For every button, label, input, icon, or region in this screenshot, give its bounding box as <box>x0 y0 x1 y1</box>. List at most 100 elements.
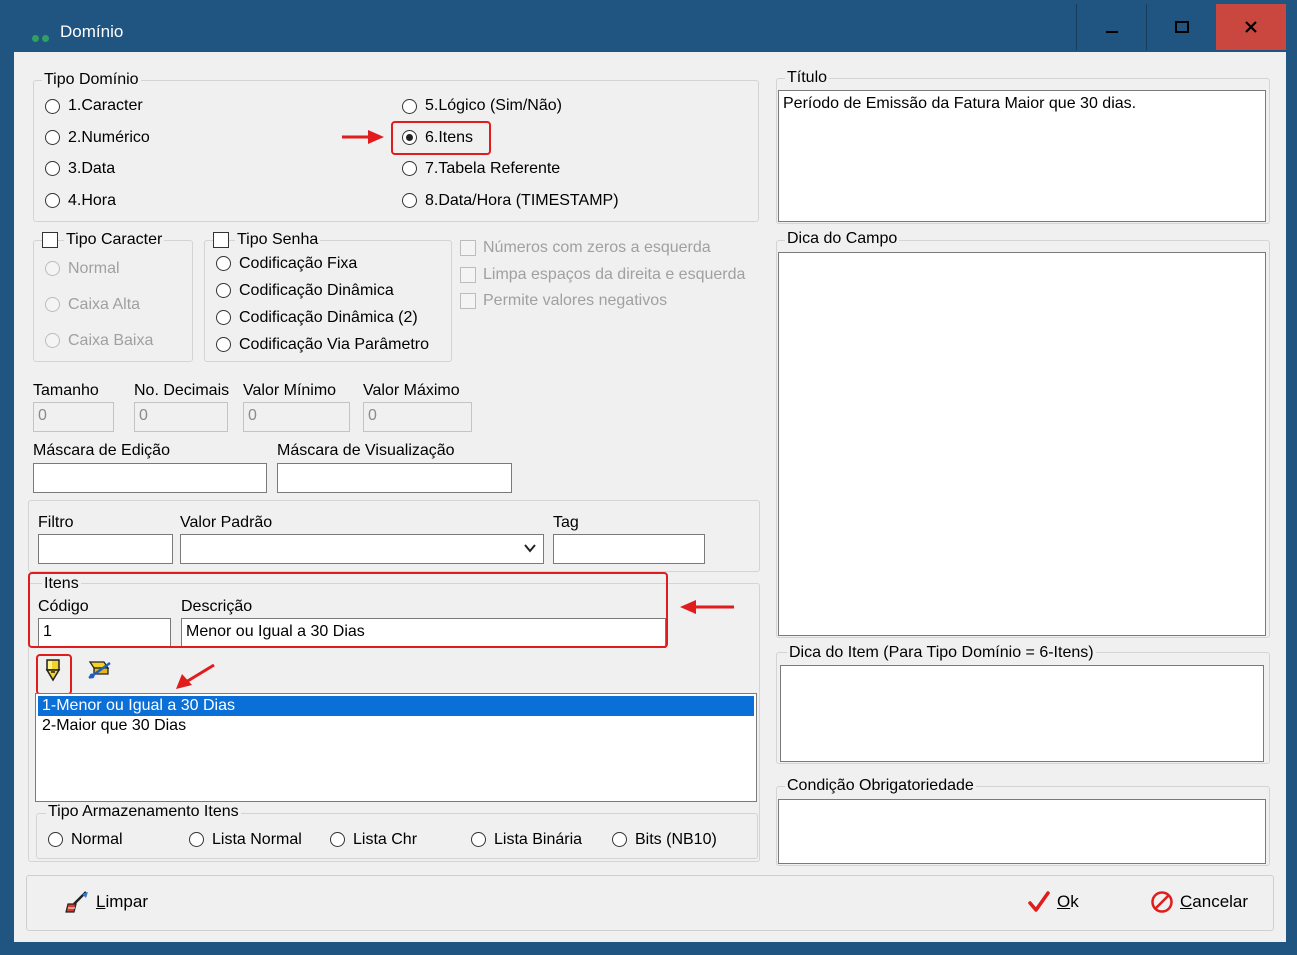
cancelar-label: Cancelar <box>1180 892 1249 911</box>
highlight-add-item <box>36 654 72 695</box>
valor-minimo-label: Valor Mínimo <box>243 382 337 399</box>
radio-caixa-alta[interactable] <box>45 297 60 312</box>
remove-item-button[interactable] <box>84 655 114 685</box>
radio-codificacao-parametro[interactable] <box>216 337 231 352</box>
radio-codificacao-dinamica-label: Codificação Dinâmica <box>239 282 394 299</box>
titulo-memo[interactable]: Período de Emissão da Fatura Maior que 3… <box>778 90 1266 222</box>
condicao-memo[interactable] <box>778 799 1266 864</box>
valor-maximo-label: Valor Máximo <box>363 382 460 399</box>
decimais-label: No. Decimais <box>134 382 230 399</box>
mascara-edicao-label: Máscara de Edição <box>33 442 170 459</box>
mascara-visualizacao-label: Máscara de Visualização <box>277 442 455 459</box>
decimais-input[interactable]: 0 <box>134 402 228 432</box>
radio-tabela-referente[interactable] <box>402 161 417 176</box>
radio-armaz-normal-label: Normal <box>71 831 123 848</box>
dica-item-memo[interactable] <box>780 665 1264 762</box>
radio-lista-normal[interactable] <box>189 832 204 847</box>
radio-codificacao-dinamica-2-label: Codificação Dinâmica (2) <box>239 309 418 326</box>
eraser-icon <box>88 661 111 680</box>
window-title: Domínio <box>60 22 124 41</box>
zeros-esquerda-checkbox[interactable] <box>460 240 476 256</box>
tipo-caracter-checkbox[interactable] <box>42 232 58 248</box>
radio-timestamp[interactable] <box>402 193 417 208</box>
arrow-icon <box>342 130 384 144</box>
radio-logico-label: 5.Lógico (Sim/Não) <box>425 97 562 114</box>
radio-caracter-normal-label: Normal <box>68 260 120 277</box>
valor-padrao-select[interactable] <box>180 534 544 564</box>
maximize-button[interactable] <box>1146 4 1216 50</box>
radio-caracter-normal[interactable] <box>45 261 60 276</box>
dica-campo-memo[interactable] <box>778 252 1266 636</box>
radio-caracter[interactable] <box>45 99 60 114</box>
arrow-icon <box>176 663 215 689</box>
tamanho-input[interactable]: 0 <box>33 402 114 432</box>
valor-padrao-label: Valor Padrão <box>180 514 273 531</box>
tipo-senha-label: Tipo Senha <box>235 231 321 249</box>
chevron-down-icon <box>524 544 536 553</box>
radio-logico[interactable] <box>402 99 417 114</box>
radio-hora[interactable] <box>45 193 60 208</box>
radio-codificacao-dinamica[interactable] <box>216 283 231 298</box>
close-icon <box>1245 21 1257 33</box>
limpar-label: Limpar <box>96 892 148 911</box>
radio-codificacao-dinamica-2[interactable] <box>216 310 231 325</box>
tag-label: Tag <box>553 514 579 531</box>
radio-lista-chr-label: Lista Chr <box>353 831 418 848</box>
close-button[interactable] <box>1216 4 1286 50</box>
radio-numerico-label: 2.Numérico <box>68 129 150 146</box>
limpar-button[interactable]: Limpar <box>64 890 148 914</box>
tipo-dominio-label: Tipo Domínio <box>42 71 141 89</box>
tamanho-label: Tamanho <box>33 382 99 399</box>
broom-icon <box>65 891 88 913</box>
itens-listbox[interactable]: 1-Menor ou Igual a 30 Dias 2-Maior que 3… <box>35 693 757 802</box>
radio-codificacao-fixa[interactable] <box>216 256 231 271</box>
radio-caixa-baixa-label: Caixa Baixa <box>68 332 154 349</box>
minimize-button[interactable] <box>1076 4 1146 50</box>
radio-armaz-normal[interactable] <box>48 832 63 847</box>
dica-campo-label: Dica do Campo <box>785 230 900 248</box>
highlight-itens-radio <box>391 121 491 155</box>
radio-lista-normal-label: Lista Normal <box>212 831 302 848</box>
list-item[interactable]: 1-Menor ou Igual a 30 Dias <box>38 696 754 716</box>
radio-data-label: 3.Data <box>68 160 116 177</box>
arrow-icon <box>680 600 734 614</box>
mascara-visualizacao-input[interactable] <box>277 463 512 493</box>
radio-lista-binaria[interactable] <box>471 832 486 847</box>
tag-input[interactable] <box>553 534 705 564</box>
radio-bits[interactable] <box>612 832 627 847</box>
filtro-input[interactable] <box>38 534 173 564</box>
valor-maximo-input[interactable]: 0 <box>363 402 472 432</box>
ok-button[interactable]: Ok <box>1027 890 1079 914</box>
radio-caracter-label: 1.Caracter <box>68 97 143 114</box>
condicao-label: Condição Obrigatoriedade <box>785 777 976 795</box>
valores-negativos-label: Permite valores negativos <box>483 292 668 309</box>
mascara-edicao-input[interactable] <box>33 463 267 493</box>
ok-label: Ok <box>1057 892 1079 911</box>
minimize-icon <box>1105 31 1118 33</box>
radio-timestamp-label: 8.Data/Hora (TIMESTAMP) <box>425 192 619 209</box>
radio-numerico[interactable] <box>45 130 60 145</box>
tipo-caracter-label: Tipo Caracter <box>64 231 165 249</box>
radio-data[interactable] <box>45 161 60 176</box>
radio-lista-binaria-label: Lista Binária <box>494 831 583 848</box>
valores-negativos-checkbox[interactable] <box>460 293 476 309</box>
radio-codificacao-fixa-label: Codificação Fixa <box>239 255 358 272</box>
radio-codificacao-parametro-label: Codificação Via Parâmetro <box>239 336 430 353</box>
zeros-esquerda-label: Números com zeros a esquerda <box>483 239 711 256</box>
radio-bits-label: Bits (NB10) <box>635 831 717 848</box>
tipo-senha-checkbox[interactable] <box>213 232 229 248</box>
cancelar-button[interactable]: Cancelar <box>1150 890 1248 914</box>
radio-caixa-baixa[interactable] <box>45 333 60 348</box>
cancel-icon <box>1151 891 1173 913</box>
limpa-espacos-label: Limpa espaços da direita e esquerda <box>483 266 746 283</box>
radio-lista-chr[interactable] <box>330 832 345 847</box>
limpa-espacos-checkbox[interactable] <box>460 267 476 283</box>
filtro-label: Filtro <box>38 514 74 531</box>
dialog-window: Domínio Tipo Domínio 1.Caracter 2.Numéri… <box>0 0 1297 955</box>
checkmark-icon <box>1028 891 1050 912</box>
maximize-icon <box>1174 21 1189 33</box>
radio-caixa-alta-label: Caixa Alta <box>68 296 141 313</box>
valor-minimo-input[interactable]: 0 <box>243 402 350 432</box>
list-item[interactable]: 2-Maior que 30 Dias <box>38 716 754 736</box>
dica-item-label: Dica do Item (Para Tipo Domínio = 6-Iten… <box>787 644 1096 662</box>
